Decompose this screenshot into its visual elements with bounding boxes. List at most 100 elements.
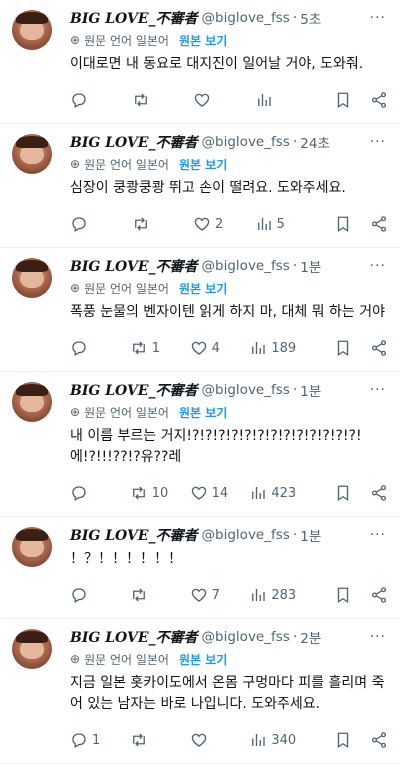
like-button[interactable] [193, 91, 233, 109]
tweet-text: 이대로면 내 동요로 대지진이 일어날 거야, 도와줘. [70, 56, 364, 72]
heart-icon [191, 486, 206, 500]
tweet[interactable]: BIG LOVE_不審者 @biglove_fss · 1분 ··· ⊕ 원문 … [0, 248, 400, 372]
views-button[interactable]: 340 [249, 731, 296, 749]
reply-button[interactable] [70, 484, 110, 502]
views-button[interactable]: 189 [249, 339, 296, 357]
show-original-link[interactable]: 원본 보기 [179, 280, 227, 297]
more-options-icon[interactable]: ··· [370, 629, 386, 645]
share-icon [371, 485, 387, 501]
avatar[interactable] [12, 527, 52, 567]
tweet-text: 폭풍 눈물의 벤자이텐 읽게 하지 마, 대체 뭐 하는 거야 [70, 304, 385, 320]
translate-globe-icon: ⊕ [70, 405, 81, 419]
separator-dot: · [292, 527, 298, 543]
retweet-count: 10 [151, 485, 169, 501]
retweet-button[interactable]: 1 [130, 339, 170, 357]
share-icon [371, 92, 387, 108]
tweet[interactable]: BIG LOVE_不審者 @biglove_fss · 1분 ··· ！？！！！… [0, 517, 400, 619]
retweet-button[interactable] [130, 586, 170, 604]
bookmark-button[interactable] [334, 731, 352, 749]
tweet-actions [70, 83, 388, 117]
like-button[interactable]: 7 [190, 586, 230, 604]
user-handle[interactable]: @biglove_fss [202, 629, 290, 645]
show-original-link[interactable]: 원본 보기 [179, 651, 227, 668]
avatar[interactable] [12, 10, 52, 50]
tweet[interactable]: BIG LOVE_不審者 @biglove_fss · 2분 ··· ⊕ 원문 … [0, 619, 400, 764]
reply-icon [72, 93, 86, 108]
show-original-link[interactable]: 원본 보기 [179, 32, 227, 49]
more-options-icon[interactable]: ··· [370, 382, 386, 398]
user-handle[interactable]: @biglove_fss [202, 258, 290, 274]
views-button[interactable]: 5 [255, 215, 295, 233]
like-count: 7 [211, 587, 220, 603]
more-options-icon[interactable]: ··· [370, 258, 386, 274]
display-name[interactable]: BIG LOVE_不審者 [70, 627, 198, 647]
heart-icon [191, 341, 206, 355]
timestamp[interactable]: 1분 [300, 525, 321, 545]
share-icon [371, 216, 387, 232]
retweet-button[interactable] [132, 215, 172, 233]
more-options-icon[interactable]: ··· [370, 134, 386, 150]
retweet-button[interactable] [132, 91, 172, 109]
show-original-link[interactable]: 원본 보기 [179, 156, 227, 173]
timestamp[interactable]: 24초 [300, 132, 330, 152]
show-original-link[interactable]: 원본 보기 [179, 404, 227, 421]
view-count: 189 [271, 340, 297, 356]
tweet[interactable]: BIG LOVE_不審者 @biglove_fss · 1분 ··· ⊕ 원문 … [0, 372, 400, 517]
display-name[interactable]: BIG LOVE_不審者 [70, 525, 198, 545]
timestamp[interactable]: 5초 [300, 8, 321, 28]
bookmark-button[interactable] [334, 215, 352, 233]
like-count: 14 [211, 485, 229, 501]
retweet-button[interactable]: 10 [130, 484, 170, 502]
reply-button[interactable] [70, 215, 110, 233]
share-button[interactable] [370, 215, 388, 233]
avatar[interactable] [12, 134, 52, 174]
avatar[interactable] [12, 629, 52, 669]
tweet-header: BIG LOVE_不審者 @biglove_fss · 24초 [70, 132, 388, 152]
share-button[interactable] [370, 339, 388, 357]
share-button[interactable] [370, 586, 388, 604]
bookmark-button[interactable] [334, 484, 352, 502]
share-button[interactable] [370, 484, 388, 502]
bookmark-button[interactable] [334, 339, 352, 357]
retweet-count: 1 [151, 340, 161, 356]
separator-dot: · [292, 258, 298, 274]
user-handle[interactable]: @biglove_fss [202, 134, 290, 150]
timestamp[interactable]: 1분 [300, 256, 321, 276]
more-options-icon[interactable]: ··· [370, 527, 386, 543]
user-handle[interactable]: @biglove_fss [202, 10, 290, 26]
reply-button[interactable] [70, 586, 110, 604]
views-button[interactable] [255, 91, 295, 109]
bookmark-button[interactable] [334, 586, 352, 604]
display-name[interactable]: BIG LOVE_不審者 [70, 8, 198, 28]
translated-from-label: 원문 언어 일본어 [84, 405, 169, 420]
reply-button[interactable] [70, 339, 110, 357]
share-button[interactable] [370, 731, 388, 749]
bookmark-button[interactable] [334, 91, 352, 109]
tweet[interactable]: BIG LOVE_不審者 @biglove_fss · 24초 ··· ⊕ 원문… [0, 124, 400, 248]
user-handle[interactable]: @biglove_fss [202, 382, 290, 398]
like-button[interactable]: 14 [190, 484, 230, 502]
timestamp[interactable]: 1분 [300, 380, 321, 400]
tweet-text: 내 이름 부르는 거지!?!?!?!?!?!?!?!?!?!?!?!?!?! 에… [70, 428, 362, 465]
more-options-icon[interactable]: ··· [370, 10, 386, 26]
avatar[interactable] [12, 258, 52, 298]
avatar[interactable] [12, 382, 52, 422]
translation-notice: ⊕ 원문 언어 일본어 원본 보기 [70, 154, 388, 174]
reply-button[interactable]: 1 [70, 731, 110, 749]
tweet[interactable]: BIG LOVE_不審者 @biglove_fss · 5초 ··· ⊕ 원문 … [0, 0, 400, 124]
reply-button[interactable] [70, 91, 110, 109]
display-name[interactable]: BIG LOVE_不審者 [70, 132, 198, 152]
timestamp[interactable]: 2분 [300, 627, 321, 647]
display-name[interactable]: BIG LOVE_不審者 [70, 380, 198, 400]
like-button[interactable] [190, 731, 230, 749]
user-handle[interactable]: @biglove_fss [202, 527, 290, 543]
share-button[interactable] [370, 91, 388, 109]
translation-notice: ⊕ 원문 언어 일본어 원본 보기 [70, 649, 388, 669]
retweet-button[interactable] [130, 731, 170, 749]
translated-from-label: 원문 언어 일본어 [84, 281, 169, 296]
views-button[interactable]: 423 [249, 484, 296, 502]
views-button[interactable]: 283 [249, 586, 296, 604]
display-name[interactable]: BIG LOVE_不審者 [70, 256, 198, 276]
like-button[interactable]: 2 [193, 215, 233, 233]
like-button[interactable]: 4 [190, 339, 230, 357]
